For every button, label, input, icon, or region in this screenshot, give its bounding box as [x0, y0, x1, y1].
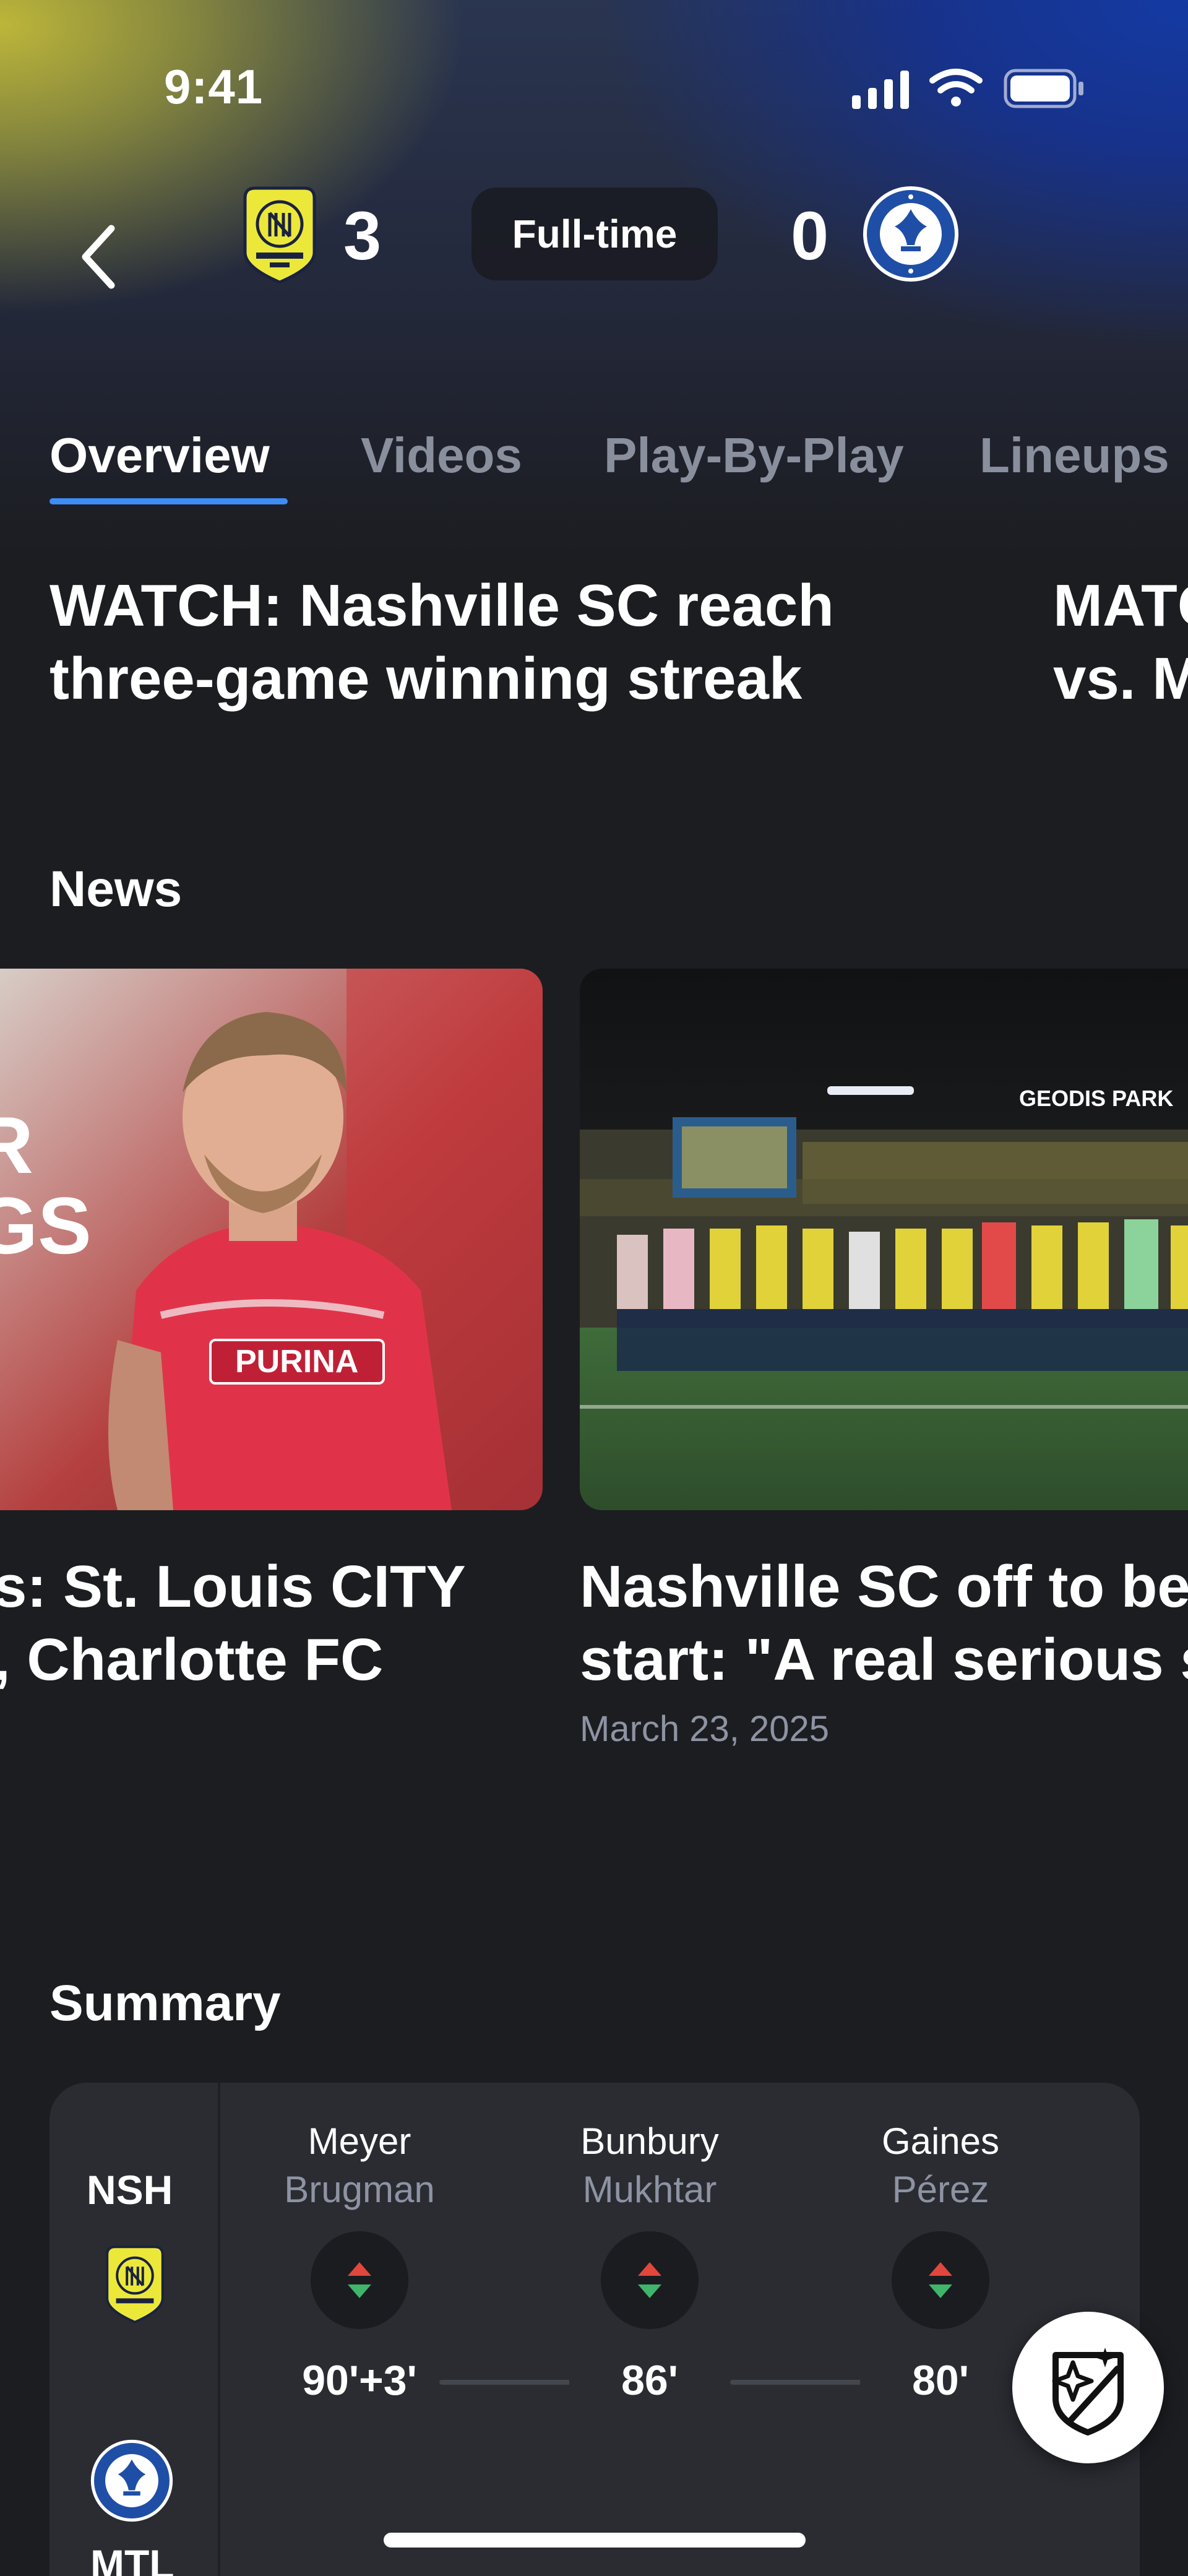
substitution-minute: 86' — [569, 2356, 730, 2405]
news-card-image[interactable]: GEODIS PARK — [580, 969, 1188, 1510]
news-photo-team-lineup: GEODIS PARK — [580, 969, 1188, 1510]
summary-card: NSH MTL Meyer Brugman 90'+3' Bunbury Muk… — [50, 2083, 1140, 2576]
video-title-line: three-game winning streak — [50, 646, 803, 712]
substitution-event[interactable]: Bunbury Mukhtar — [526, 2120, 773, 2216]
wifi-icon — [929, 69, 983, 106]
cellular-signal-icon — [852, 71, 909, 109]
nashville-sc-crest-icon — [106, 2245, 164, 2323]
news-card-title[interactable]: Nashville SC off to be — [580, 1550, 1188, 1623]
news-card-image[interactable]: R GS PURINA — [0, 969, 543, 1510]
news-heading: News — [50, 861, 183, 917]
video-title-line: WATCH: Nashville SC reach — [50, 573, 834, 639]
news-card-title[interactable]: s: St. Louis CITY — [0, 1550, 466, 1623]
home-score: 3 — [343, 198, 382, 274]
svg-text:GS: GS — [0, 1180, 92, 1271]
substitution-event[interactable]: Gaines Pérez — [817, 2120, 1064, 2216]
active-tab-indicator — [50, 498, 288, 504]
substitution-event[interactable]: Meyer Brugman — [236, 2120, 483, 2216]
news-card-date: March 23, 2025 — [580, 1709, 830, 1749]
substitution-minute: 80' — [860, 2356, 1021, 2405]
match-center-screen: 9:41 3 Full-time 0 Overview Videos Play-… — [0, 0, 1188, 2576]
news-photo-player: R GS PURINA — [0, 969, 543, 1510]
player-out-name: Brugman — [284, 2169, 435, 2210]
substitution-arrows-icon — [601, 2231, 699, 2329]
match-tabs: Overview Videos Play-By-Play Lineups — [0, 427, 1188, 514]
tab-lineups[interactable]: Lineups — [979, 427, 1169, 484]
news-card-title[interactable]: , Charlotte FC — [0, 1623, 383, 1696]
status-bar-icons — [852, 69, 1083, 109]
player-in-name: Gaines — [881, 2120, 1000, 2162]
stadium-sign-text: GEODIS PARK — [1019, 1086, 1173, 1111]
back-chevron-icon[interactable] — [74, 220, 124, 294]
status-bar-time: 9:41 — [164, 59, 264, 114]
substitution-minute: 90'+3' — [302, 2357, 417, 2404]
video-title-line: MATC — [1053, 573, 1188, 639]
nashville-sc-crest-icon — [243, 186, 316, 284]
player-out-name: Pérez — [892, 2169, 989, 2210]
player-in-name: Bunbury — [580, 2120, 719, 2162]
cf-montreal-crest-icon — [90, 2439, 173, 2522]
summary-heading: Summary — [50, 1975, 281, 2031]
ai-assistant-button[interactable] — [1012, 2312, 1164, 2463]
player-out-name: Mukhtar — [582, 2169, 717, 2210]
home-indicator — [384, 2533, 806, 2548]
video-title-line: vs. M — [1053, 646, 1188, 712]
tab-videos[interactable]: Videos — [361, 427, 522, 484]
summary-team-abbr-away: MTL — [90, 2541, 174, 2576]
tab-overview[interactable]: Overview — [50, 427, 270, 484]
substitution-arrows-icon — [311, 2231, 408, 2329]
battery-icon — [1004, 69, 1083, 108]
svg-text:R: R — [0, 1100, 33, 1190]
substitution-arrows-icon — [892, 2231, 989, 2329]
jersey-sponsor-text: PURINA — [235, 1344, 358, 1380]
news-card-title[interactable]: start: "A real serious s — [580, 1623, 1188, 1696]
summary-divider — [218, 2083, 220, 2576]
tab-play-by-play[interactable]: Play-By-Play — [604, 427, 904, 484]
away-score: 0 — [791, 198, 829, 274]
cf-montreal-crest-icon — [863, 186, 958, 282]
match-status-pill: Full-time — [471, 188, 718, 280]
summary-team-abbr-home: NSH — [87, 2167, 173, 2213]
player-in-name: Meyer — [308, 2120, 411, 2162]
mls-ai-assistant-icon — [1052, 2348, 1124, 2436]
